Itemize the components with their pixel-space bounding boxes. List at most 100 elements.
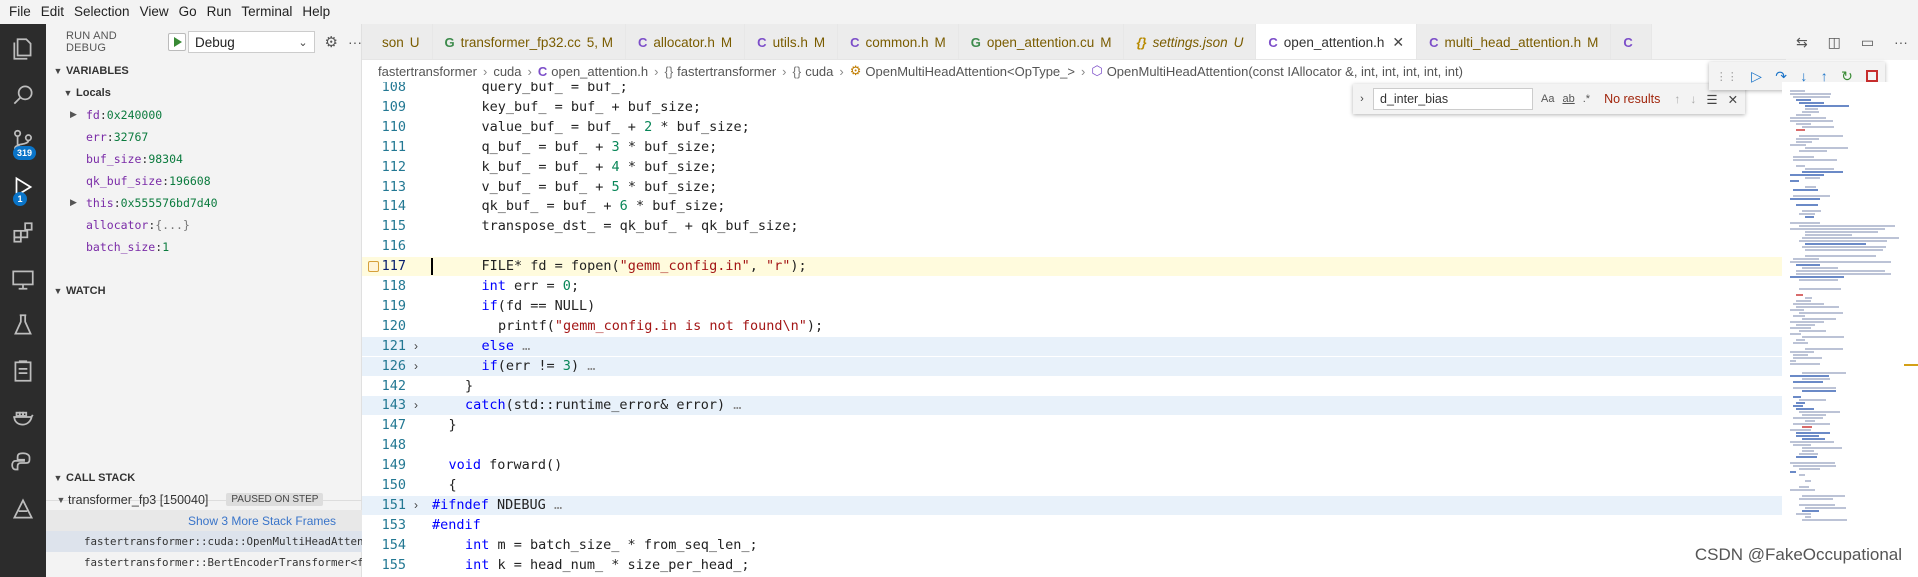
code-line[interactable]: 155 int k = head_num_ * size_per_head_; bbox=[362, 556, 1782, 575]
close-tab-icon[interactable]: ✕ bbox=[1392, 34, 1404, 51]
toggle-replace-icon[interactable]: › bbox=[1353, 93, 1371, 105]
code-line[interactable]: 114 qk_buf_ = buf_ + 6 * buf_size; bbox=[362, 197, 1782, 216]
fold-ellipsis[interactable]: … bbox=[725, 397, 741, 413]
fold-ellipsis[interactable]: … bbox=[579, 358, 595, 374]
variable-row[interactable]: ▶ this: 0x555576bd7d40 bbox=[46, 192, 362, 214]
code-line[interactable]: 111 q_buf_ = buf_ + 3 * buf_size; bbox=[362, 138, 1782, 157]
menu-help[interactable]: Help bbox=[297, 0, 335, 24]
code-line[interactable]: 113 v_buf_ = buf_ + 5 * buf_size; bbox=[362, 178, 1782, 197]
code-line[interactable]: 119 if(fd == NULL) bbox=[362, 297, 1782, 316]
editor-tab[interactable]: {} settings.json U bbox=[1124, 24, 1257, 59]
editor-tab[interactable]: Cutils.h M bbox=[745, 24, 839, 59]
code-line[interactable]: 116 bbox=[362, 237, 1782, 256]
fold-expand-icon[interactable]: › bbox=[414, 396, 418, 415]
fold-ellipsis[interactable]: … bbox=[514, 338, 530, 354]
code-line[interactable]: 120 printf("gemm_config.in is not found\n… bbox=[362, 317, 1782, 336]
variable-row[interactable]: batch_size: 1 bbox=[46, 236, 362, 258]
code-line[interactable]: 142} bbox=[362, 377, 1782, 396]
stop-icon[interactable] bbox=[1866, 70, 1879, 82]
fold-expand-icon[interactable]: › bbox=[414, 357, 418, 376]
breadcrumb-folder[interactable]: fastertransformer bbox=[378, 64, 477, 79]
editor-tab[interactable]: Cmulti_head_attention.h M bbox=[1417, 24, 1612, 59]
menu-view[interactable]: View bbox=[135, 0, 174, 24]
breadcrumb-class[interactable]: OpenMultiHeadAttention<OpType_> bbox=[865, 64, 1075, 79]
editor-tab[interactable]: Callocator.h M bbox=[625, 24, 746, 59]
show-more-frames-link[interactable]: Show 3 More Stack Frames bbox=[46, 510, 362, 531]
menu-file[interactable]: File bbox=[4, 0, 36, 24]
watch-section-header[interactable]: ▼ WATCH bbox=[46, 280, 362, 302]
code-line[interactable]: 153 #endif bbox=[362, 516, 1782, 535]
extension-tool-icon[interactable] bbox=[0, 486, 46, 532]
code-line[interactable]: 118 int err = 0; bbox=[362, 277, 1782, 296]
chevron-right-icon[interactable]: ▶ bbox=[70, 198, 77, 208]
stack-frame[interactable]: fastertransformer::BertEncoderTransforme… bbox=[46, 552, 362, 573]
code-editor[interactable]: 108 query_buf_ = buf_; 109 key_buf_ = buf_ … bbox=[362, 82, 1782, 577]
editor-tab[interactable]: Gopen_attention.cu M bbox=[958, 24, 1125, 59]
previous-match-icon[interactable]: ↑ bbox=[1674, 92, 1680, 106]
match-case-toggle[interactable]: Aa bbox=[1541, 93, 1554, 105]
code-line[interactable]: 117 FILE* fd = fopen("gemm_config.in", "r… bbox=[362, 257, 1782, 277]
more-actions-icon[interactable]: ··· bbox=[1894, 34, 1908, 50]
code-line[interactable]: 126 › if(err != 3) … bbox=[362, 356, 1782, 376]
match-whole-word-toggle[interactable]: ab bbox=[1562, 93, 1574, 105]
regex-toggle[interactable]: .* bbox=[1583, 93, 1590, 105]
drag-handle-icon[interactable]: ⋮⋮ bbox=[1716, 70, 1738, 83]
code-line[interactable]: 143 › catch(std::runtime_error& error) … bbox=[362, 396, 1782, 416]
testing-icon[interactable] bbox=[0, 302, 46, 348]
clipboard-icon[interactable] bbox=[0, 348, 46, 394]
fold-ellipsis[interactable]: … bbox=[546, 497, 562, 513]
callstack-section-header[interactable]: ▼ CALL STACK bbox=[46, 467, 362, 489]
docker-icon[interactable] bbox=[0, 394, 46, 440]
compare-icon[interactable]: ⇆ bbox=[1796, 34, 1808, 51]
code-line[interactable]: 147} bbox=[362, 416, 1782, 435]
code-line[interactable]: 151 › #ifndef NDEBUG … bbox=[362, 495, 1782, 515]
locals-scope[interactable]: ▼ Locals bbox=[46, 82, 362, 104]
chevron-right-icon[interactable]: ▶ bbox=[70, 110, 77, 120]
menu-edit[interactable]: Edit bbox=[36, 0, 69, 24]
debug-config-select[interactable]: Debug ⌄ bbox=[187, 31, 315, 53]
code-line[interactable]: 112 k_buf_ = buf_ + 4 * buf_size; bbox=[362, 158, 1782, 177]
editor-tab[interactable]: Copen_attention.h ✕ bbox=[1256, 24, 1418, 59]
breadcrumb-namespace[interactable]: fastertransformer bbox=[677, 64, 776, 79]
layout-icon[interactable]: ▭ bbox=[1861, 34, 1874, 51]
menu-go[interactable]: Go bbox=[174, 0, 202, 24]
start-debugging-button[interactable] bbox=[168, 33, 186, 51]
code-line[interactable]: 149 void forward() bbox=[362, 456, 1782, 475]
menu-terminal[interactable]: Terminal bbox=[236, 0, 297, 24]
code-line[interactable]: 148 bbox=[362, 436, 1782, 455]
gear-icon[interactable]: ⚙ bbox=[325, 33, 338, 51]
search-icon[interactable] bbox=[0, 72, 46, 118]
code-line[interactable]: 121 › else … bbox=[362, 336, 1782, 356]
extensions-icon[interactable] bbox=[0, 210, 46, 256]
remote-explorer-icon[interactable] bbox=[0, 256, 46, 302]
menu-run[interactable]: Run bbox=[202, 0, 237, 24]
code-line[interactable]: 110 value_buf_ = buf_ + 2 * buf_size; bbox=[362, 118, 1782, 137]
variable-row[interactable]: buf_size: 98304 bbox=[46, 148, 362, 170]
breadcrumb-namespace[interactable]: cuda bbox=[805, 64, 833, 79]
fold-expand-icon[interactable]: › bbox=[414, 337, 418, 356]
editor-tab[interactable]: C bbox=[1611, 24, 1652, 59]
thread-row[interactable]: ▼ transformer_fp3 [150040] PAUSED ON STE… bbox=[46, 489, 362, 510]
menu-selection[interactable]: Selection bbox=[69, 0, 135, 24]
more-actions-icon[interactable]: ··· bbox=[348, 34, 362, 50]
breadcrumb-folder[interactable]: cuda bbox=[493, 64, 521, 79]
split-editor-icon[interactable]: ◫ bbox=[1828, 34, 1841, 51]
code-line[interactable]: 115 transpose_dst_ = qk_buf_ + qk_buf_siz… bbox=[362, 217, 1782, 236]
close-icon[interactable]: ✕ bbox=[1728, 92, 1738, 107]
find-input[interactable]: d_inter_bias bbox=[1373, 88, 1533, 110]
editor-tab[interactable]: son U bbox=[362, 24, 433, 59]
variable-row[interactable]: ▶ fd: 0x240000 bbox=[46, 104, 362, 126]
variable-row[interactable]: err: 32767 bbox=[46, 126, 362, 148]
code-line[interactable]: 154 int m = batch_size_ * from_seq_len_; bbox=[362, 536, 1782, 555]
editor-tab[interactable]: Gtransformer_fp32.cc 5, M bbox=[432, 24, 626, 59]
python-icon[interactable] bbox=[0, 440, 46, 486]
minimap[interactable] bbox=[1782, 82, 1918, 577]
breadcrumb-file[interactable]: open_attention.h bbox=[551, 64, 648, 79]
next-match-icon[interactable]: ↓ bbox=[1690, 92, 1696, 106]
explorer-icon[interactable] bbox=[0, 26, 46, 72]
fold-expand-icon[interactable]: › bbox=[414, 496, 418, 515]
find-in-selection-icon[interactable]: ☰ bbox=[1706, 92, 1717, 107]
variable-row[interactable]: allocator: {...} bbox=[46, 214, 362, 236]
editor-tab[interactable]: Ccommon.h M bbox=[838, 24, 959, 59]
breadcrumb-method[interactable]: OpenMultiHeadAttention(const IAllocator … bbox=[1107, 64, 1463, 79]
